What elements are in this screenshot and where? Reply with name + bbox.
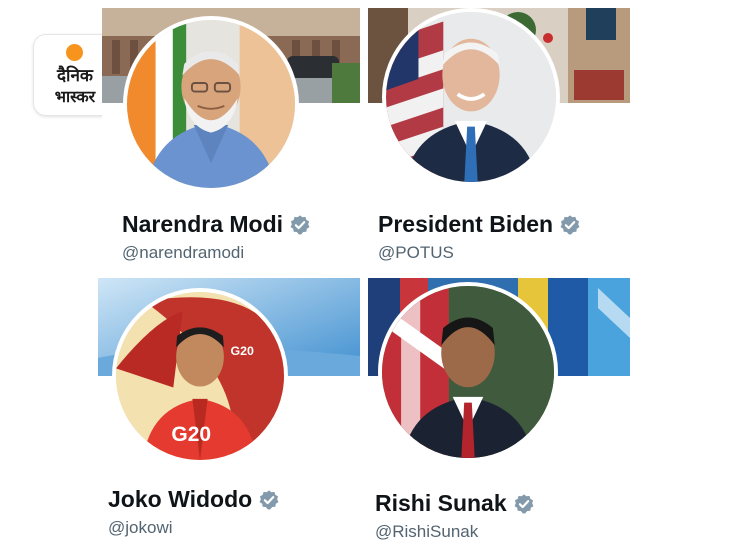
svg-text:G20: G20 bbox=[231, 344, 255, 358]
profile-card-widodo[interactable]: G20 G20 Joko Widodo @jokowi bbox=[98, 278, 360, 548]
profile-handle[interactable]: @POTUS bbox=[378, 243, 454, 263]
profile-handle[interactable]: @RishiSunak bbox=[375, 522, 478, 542]
profile-card-modi[interactable]: Narendra Modi @narendramodi bbox=[102, 8, 360, 270]
verified-badge-icon bbox=[259, 489, 279, 509]
sun-icon bbox=[66, 44, 83, 61]
profile-name-row: Rishi Sunak bbox=[375, 490, 535, 517]
avatar-image[interactable]: G20 G20 bbox=[112, 288, 288, 464]
profile-name[interactable]: Joko Widodo bbox=[108, 486, 252, 513]
profile-handle[interactable]: @narendramodi bbox=[122, 243, 244, 263]
profile-name[interactable]: Narendra Modi bbox=[122, 211, 283, 238]
verified-badge-icon bbox=[560, 214, 580, 234]
profile-handle[interactable]: @jokowi bbox=[108, 518, 173, 538]
verified-badge-icon bbox=[290, 214, 310, 234]
verified-badge-icon bbox=[514, 493, 534, 513]
avatar-image[interactable] bbox=[123, 16, 299, 192]
profile-name-row: President Biden bbox=[378, 211, 581, 238]
svg-text:G20: G20 bbox=[171, 423, 211, 446]
profile-name-row: Joko Widodo bbox=[108, 486, 280, 513]
avatar-image[interactable] bbox=[382, 8, 560, 186]
profile-card-sunak[interactable]: Rishi Sunak @RishiSunak bbox=[368, 278, 630, 548]
profile-name-row: Narendra Modi bbox=[122, 211, 311, 238]
avatar-image[interactable] bbox=[378, 282, 558, 462]
profile-card-biden[interactable]: President Biden @POTUS bbox=[368, 8, 630, 270]
profile-name[interactable]: Rishi Sunak bbox=[375, 490, 507, 517]
profile-name[interactable]: President Biden bbox=[378, 211, 553, 238]
